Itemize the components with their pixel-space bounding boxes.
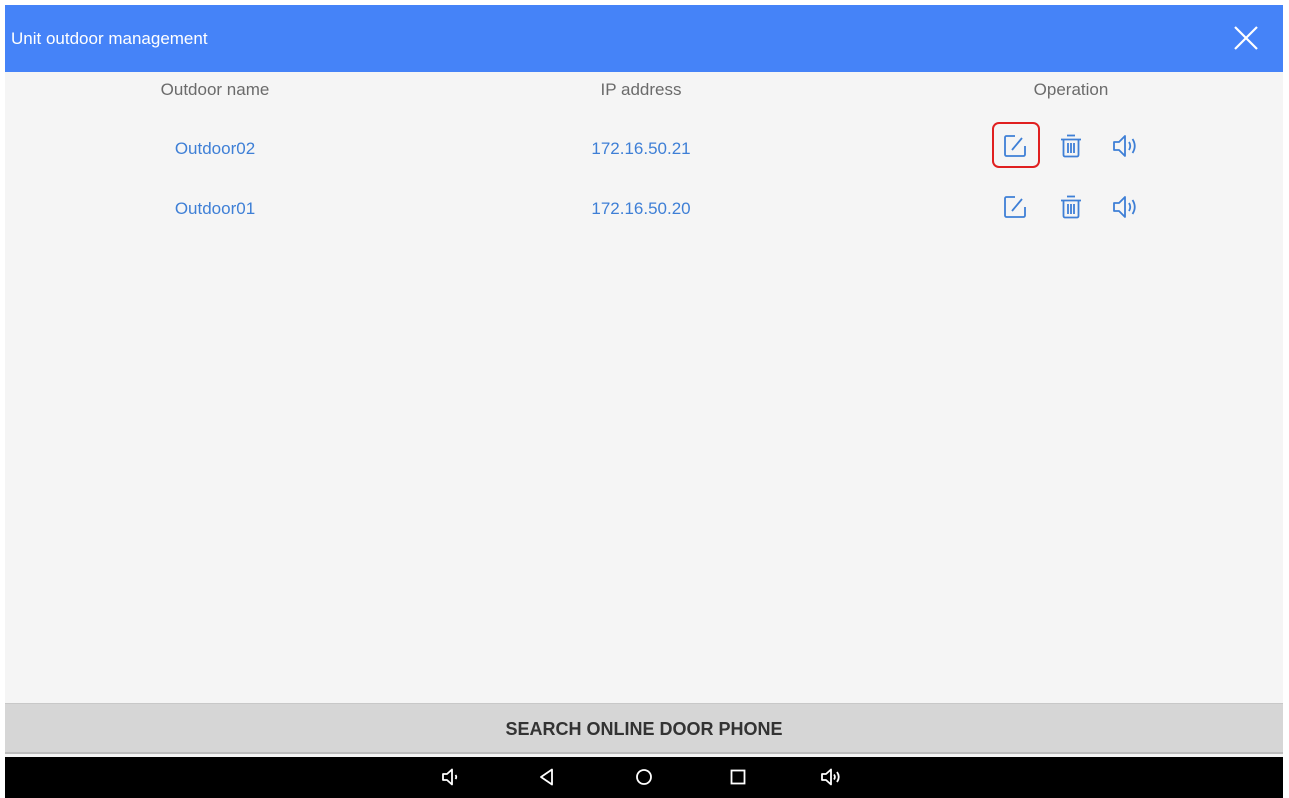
edit-button[interactable]: [1000, 131, 1030, 161]
edit-icon: [1004, 135, 1026, 157]
edit-button[interactable]: [1000, 192, 1030, 222]
volume-down-icon: [442, 768, 458, 786]
ip-address-cell[interactable]: 172.16.50.21: [541, 134, 741, 164]
back-icon: [540, 768, 553, 786]
volume-down-button[interactable]: [440, 765, 464, 789]
system-nav-bar: [5, 757, 1283, 798]
volume-icon: [1113, 135, 1136, 157]
outdoor-name-cell[interactable]: Outdoor02: [115, 134, 315, 164]
recents-icon: [730, 769, 746, 785]
volume-button[interactable]: [1110, 192, 1140, 222]
column-header-operation: Operation: [1033, 80, 1109, 99]
ip-address-cell[interactable]: 172.16.50.20: [541, 194, 741, 224]
column-header-ip-address: IP address: [600, 80, 682, 99]
outdoor-name-cell[interactable]: Outdoor01: [115, 194, 315, 224]
close-button[interactable]: [1231, 23, 1261, 53]
back-button[interactable]: [535, 765, 559, 789]
volume-icon: [1113, 196, 1136, 218]
volume-up-button[interactable]: [819, 765, 843, 789]
delete-button[interactable]: [1056, 192, 1086, 222]
delete-button[interactable]: [1056, 131, 1086, 161]
recents-button[interactable]: [726, 765, 750, 789]
title-bar: Unit outdoor management: [5, 5, 1283, 72]
close-icon: [1234, 26, 1258, 50]
volume-button[interactable]: [1110, 131, 1140, 161]
delete-icon: [1061, 134, 1081, 158]
delete-icon: [1061, 195, 1081, 219]
search-online-door-phone-button[interactable]: SEARCH ONLINE DOOR PHONE: [5, 703, 1283, 754]
home-icon: [636, 769, 652, 785]
volume-up-icon: [821, 768, 840, 786]
dialog-title: Unit outdoor management: [11, 29, 208, 48]
column-header-outdoor-name: Outdoor name: [160, 80, 270, 99]
dialog: Unit outdoor management Outdoor name IP …: [5, 5, 1283, 798]
edit-icon: [1004, 196, 1026, 218]
home-button[interactable]: [632, 765, 656, 789]
